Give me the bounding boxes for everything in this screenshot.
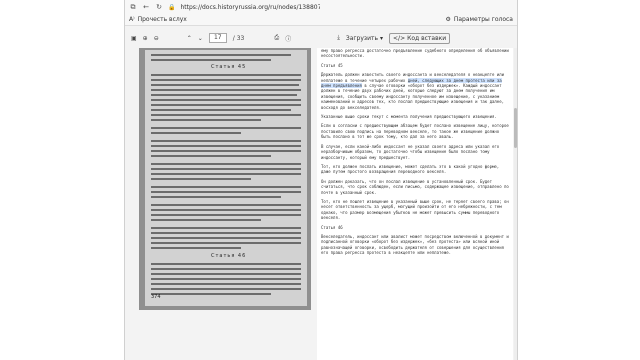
scan-text-line (151, 214, 301, 216)
scan-text-line (151, 288, 301, 290)
url-text[interactable]: https://docs.historyrussia.org/ru/nodes/… (180, 4, 320, 11)
scan-text-line (151, 59, 271, 61)
scan-heading-45: Статья 45 (211, 64, 247, 70)
text-scrollbar[interactable] (514, 48, 517, 360)
scan-text-line (151, 127, 301, 129)
scan-text-line (151, 219, 261, 221)
lock-icon: 🔒 (168, 3, 176, 11)
scan-text-line (151, 150, 301, 152)
read-aloud-label: Прочесть вслух (137, 16, 187, 23)
scan-text-line (151, 84, 299, 86)
insert-code-label: Код вставки (407, 34, 447, 42)
scrollbar-thumb[interactable] (514, 108, 517, 148)
info-icon[interactable]: ⓘ (285, 34, 291, 43)
scan-text-line (151, 263, 301, 265)
refresh-icon[interactable]: ↻ (155, 3, 163, 11)
read-aloud-button[interactable]: A⁾ Прочесть вслух (129, 16, 187, 23)
chevron-down-icon: ▾ (380, 34, 384, 42)
browser-window: ⧉ ← ↻ 🔒 https://docs.historyrussia.org/r… (124, 0, 518, 360)
recognized-text-panel[interactable]: ему право регресса достаточно предъявлен… (317, 48, 513, 360)
download-icon[interactable]: ⤓ (337, 34, 340, 42)
zoom-in-icon[interactable]: ⊕ (143, 35, 148, 42)
scan-page-number: 374 (151, 294, 161, 300)
reading-toolbar: A⁾ Прочесть вслух ⚙ Параметры голоса (125, 14, 517, 26)
scan-text-line (151, 54, 291, 56)
scan-text-line (151, 196, 281, 198)
scan-text-line (151, 79, 301, 81)
page-number-input[interactable]: 17 (208, 33, 227, 43)
scan-heading-46: Статья 46 (211, 253, 247, 259)
insert-code-button[interactable]: </> Код вставки (389, 32, 451, 44)
prev-page-icon[interactable]: ⌃ (187, 35, 192, 42)
scan-text-line (151, 114, 301, 116)
scan-text-line (151, 168, 301, 170)
download-label: Загрузить (345, 34, 379, 42)
scan-text-line (151, 293, 271, 295)
scan-text-line (151, 94, 297, 96)
scan-text-line (151, 242, 301, 244)
scan-text-line (151, 99, 301, 101)
zoom-out-icon[interactable]: ⊖ (154, 35, 159, 42)
text-heading-46: Статья 46 (321, 224, 343, 230)
scan-text-line (151, 109, 291, 111)
scan-text-line (151, 204, 301, 206)
scan-text-line (151, 278, 301, 280)
voice-settings-label: Параметры голоса (453, 16, 513, 23)
scan-text-line (151, 173, 301, 175)
scan-text-line (151, 227, 301, 229)
scan-text-line (151, 273, 301, 275)
text-paragraph: Указанные выше сроки текут с момента пол… (321, 114, 497, 120)
text-paragraph: Тот, кто должен послать извещение, может… (321, 163, 500, 175)
scan-text-line (151, 186, 301, 188)
code-icon: </> (393, 34, 406, 42)
text-paragraph: Если в согласии с предшествующим абзацем… (321, 123, 509, 140)
page-total: / 33 (232, 34, 245, 42)
scan-text-line (151, 89, 301, 91)
text-paragraph-45-1: Держатель должен известить своего индосс… (321, 72, 509, 110)
download-button[interactable]: Загрузить ▾ (346, 35, 383, 42)
back-icon[interactable]: ← (142, 3, 150, 11)
scan-text-line (151, 104, 301, 106)
scan-text-line (151, 232, 301, 234)
text-paragraph: Векселедатель, индоссант или авалист мож… (321, 233, 509, 256)
scanned-page-viewer[interactable]: Статья 45 Статья 46 374 (139, 48, 311, 310)
scan-text-line (151, 145, 301, 147)
scan-text-line (151, 178, 251, 180)
scan-text-line (151, 237, 301, 239)
scan-text-line (151, 132, 241, 134)
scan-text-line (151, 209, 301, 211)
scan-text-line (151, 163, 301, 165)
text-paragraph: ему право регресса достаточно предъявлен… (321, 48, 509, 59)
scan-text-line (151, 140, 301, 142)
pdf-toolbar: ▣ ⊕ ⊖ ⌃ ⌄ 17 / 33 ⎙ ⓘ ⤓ Загрузить ▾ </> … (125, 31, 517, 45)
scanned-page: Статья 45 Статья 46 374 (145, 50, 307, 306)
scan-text-line (151, 268, 301, 270)
scan-text-line (151, 247, 241, 249)
scan-text-line (151, 191, 301, 193)
text-paragraph: Он должен доказать, что он послал извеще… (321, 178, 509, 195)
voice-settings-icon: ⚙ (445, 16, 451, 23)
text-heading-45: Статья 45 (321, 62, 343, 68)
text-paragraph: Тот, кто не пошлет извещение в указанный… (321, 198, 509, 221)
scan-text-line (151, 283, 301, 285)
read-aloud-icon: A⁾ (129, 16, 135, 23)
text-paragraph: В случае, если какой-либо индоссант не у… (321, 143, 500, 160)
fit-page-icon[interactable]: ▣ (131, 35, 137, 42)
next-page-icon[interactable]: ⌄ (198, 35, 203, 42)
voice-settings-button[interactable]: ⚙ Параметры голоса (445, 16, 513, 23)
address-bar: ⧉ ← ↻ 🔒 https://docs.historyrussia.org/r… (125, 0, 517, 14)
scan-text-line (151, 155, 271, 157)
scan-text-line (151, 74, 301, 76)
scan-text-line (151, 119, 261, 121)
print-icon[interactable]: ⎙ (274, 34, 279, 42)
tab-actions-icon[interactable]: ⧉ (129, 3, 137, 11)
